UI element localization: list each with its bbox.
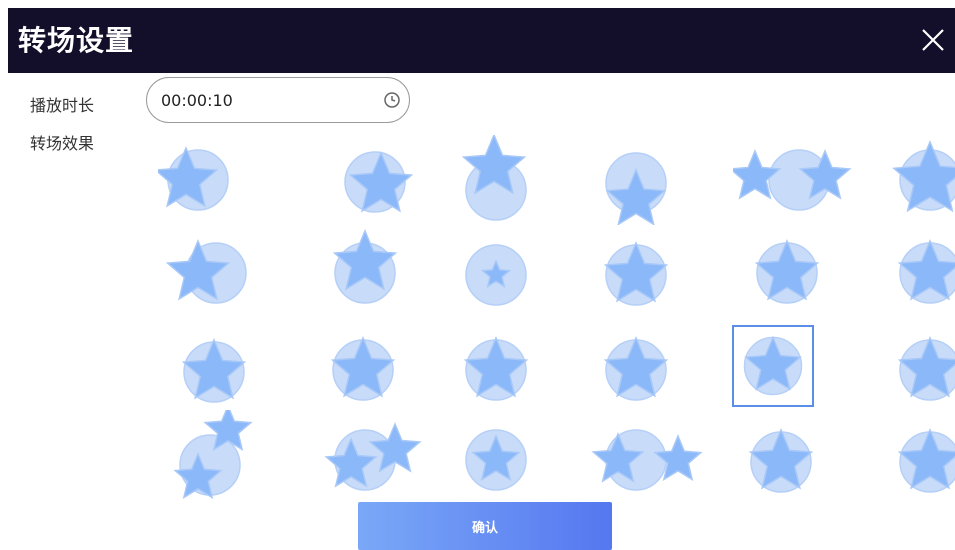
effects-label: 转场效果 bbox=[30, 134, 95, 153]
transition-effect-18[interactable] bbox=[868, 320, 955, 410]
transition-thumbnail-icon bbox=[332, 229, 398, 304]
transition-thumbnail-icon bbox=[733, 149, 852, 211]
transition-effect-12[interactable] bbox=[868, 225, 955, 315]
dialog-titlebar: 转场设置 bbox=[8, 8, 955, 73]
transition-thumbnail-icon bbox=[465, 429, 527, 491]
transition-thumbnail-icon bbox=[754, 239, 820, 304]
confirm-button[interactable]: 确认 bbox=[358, 502, 612, 550]
transition-thumbnail-icon bbox=[603, 241, 669, 306]
transition-effect-4[interactable] bbox=[588, 135, 718, 225]
transition-effect-11[interactable] bbox=[733, 225, 863, 315]
transition-thumbnail-icon bbox=[605, 152, 667, 225]
transition-thumbnail-icon bbox=[603, 336, 669, 401]
transition-effect-8[interactable] bbox=[313, 225, 443, 315]
transition-thumbnail-icon bbox=[748, 428, 814, 493]
transition-effect-5[interactable] bbox=[733, 135, 863, 225]
transition-thumbnail-icon bbox=[465, 244, 527, 306]
transition-effect-15[interactable] bbox=[448, 320, 578, 410]
transition-thumbnail-icon bbox=[324, 422, 422, 491]
transition-thumbnail-icon bbox=[897, 239, 955, 304]
transition-thumbnail-icon bbox=[461, 135, 527, 221]
transition-effect-22[interactable] bbox=[588, 410, 718, 500]
duration-label: 播放时长 bbox=[30, 96, 95, 115]
transition-effect-1[interactable] bbox=[158, 135, 288, 225]
transition-thumbnail-icon bbox=[892, 140, 955, 213]
transition-effect-20[interactable] bbox=[313, 410, 443, 500]
clock-icon[interactable] bbox=[383, 91, 401, 109]
transition-thumbnail-icon bbox=[158, 146, 229, 211]
transition-settings-dialog: 转场设置 播放时长 转场效果 确认 bbox=[8, 0, 955, 550]
transition-thumbnail-icon bbox=[591, 429, 703, 491]
transition-effect-14[interactable] bbox=[313, 320, 443, 410]
transition-thumbnail-icon bbox=[165, 239, 247, 304]
effects-grid bbox=[148, 135, 955, 505]
transition-effect-21[interactable] bbox=[448, 410, 578, 500]
transition-effect-10[interactable] bbox=[588, 225, 718, 315]
transition-thumbnail-icon bbox=[897, 336, 955, 401]
transition-effect-2[interactable] bbox=[313, 135, 443, 225]
transition-thumbnail-icon bbox=[181, 338, 247, 403]
transition-effect-7[interactable] bbox=[158, 225, 288, 315]
dialog-title: 转场设置 bbox=[18, 24, 135, 57]
transition-effect-9[interactable] bbox=[448, 225, 578, 315]
transition-thumbnail-icon bbox=[743, 335, 803, 396]
duration-input[interactable] bbox=[161, 88, 361, 112]
duration-field[interactable] bbox=[146, 77, 410, 123]
transition-effect-16[interactable] bbox=[588, 320, 718, 410]
transition-effect-17[interactable] bbox=[732, 325, 814, 407]
transition-effect-3[interactable] bbox=[448, 135, 578, 225]
transition-effect-13[interactable] bbox=[158, 320, 288, 410]
transition-effect-19[interactable] bbox=[158, 410, 288, 500]
transition-thumbnail-icon bbox=[897, 428, 955, 493]
transition-effect-24[interactable] bbox=[868, 410, 955, 500]
transition-effect-6[interactable] bbox=[868, 135, 955, 225]
transition-thumbnail-icon bbox=[463, 336, 529, 401]
close-icon[interactable] bbox=[917, 24, 949, 56]
transition-thumbnail-icon bbox=[344, 151, 414, 213]
transition-effect-23[interactable] bbox=[733, 410, 863, 500]
transition-thumbnail-icon bbox=[330, 336, 396, 401]
transition-thumbnail-icon bbox=[173, 410, 253, 499]
